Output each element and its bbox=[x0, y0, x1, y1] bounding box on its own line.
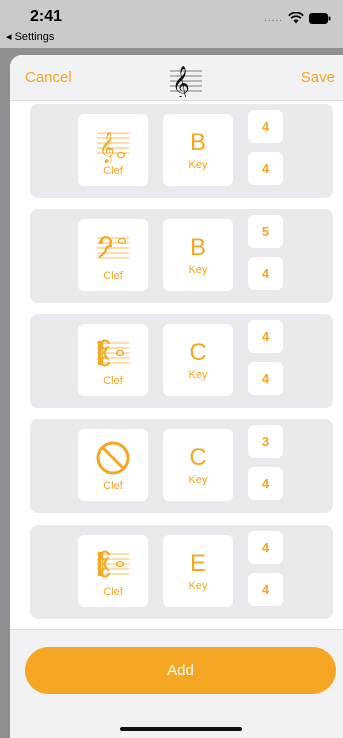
back-to-settings-link[interactable]: ◂ Settings bbox=[6, 30, 54, 43]
clef-label: Clef bbox=[103, 586, 123, 598]
save-button[interactable]: Save bbox=[301, 69, 335, 86]
add-button[interactable]: Add bbox=[25, 647, 336, 694]
time-signature-bottom[interactable]: 4 bbox=[248, 362, 283, 395]
entry-card: Clef B Key 5 4 bbox=[30, 209, 333, 303]
clef-selector[interactable]: Clef bbox=[78, 429, 148, 501]
key-label: Key bbox=[188, 159, 208, 171]
key-value: E bbox=[189, 550, 206, 577]
home-indicator[interactable] bbox=[120, 727, 242, 731]
time-signature-bottom[interactable]: 4 bbox=[248, 467, 283, 500]
time-signature-bottom[interactable]: 4 bbox=[248, 573, 283, 606]
key-value: B bbox=[189, 234, 206, 261]
key-value: C bbox=[189, 339, 207, 366]
time-signature-top[interactable]: 4 bbox=[248, 110, 283, 143]
time-signature-bottom[interactable]: 4 bbox=[248, 152, 283, 185]
bass-clef-icon bbox=[97, 236, 129, 259]
entry-card: 𝄞 Clef B Key 4 4 bbox=[30, 104, 333, 198]
nav-bar: Cancel 𝄞 Save bbox=[10, 55, 343, 101]
clef-label: Clef bbox=[103, 480, 123, 492]
clef-selector[interactable]: Clef bbox=[78, 535, 148, 607]
no-clef-icon bbox=[96, 441, 130, 475]
key-label: Key bbox=[188, 264, 208, 276]
key-value: C bbox=[189, 444, 207, 471]
status-time: 2:41 bbox=[30, 8, 63, 25]
key-selector[interactable]: C Key bbox=[163, 324, 233, 396]
signal-dots: ..... bbox=[264, 12, 283, 24]
key-label: Key bbox=[188, 580, 208, 592]
key-selector[interactable]: B Key bbox=[163, 219, 233, 291]
treble-clef-icon: 𝄞 bbox=[97, 131, 129, 163]
wifi-icon bbox=[288, 12, 304, 24]
time-signature-top[interactable]: 4 bbox=[248, 531, 283, 564]
alto-clef-icon bbox=[97, 339, 129, 367]
svg-text:𝄞: 𝄞 bbox=[99, 131, 115, 163]
entries-list[interactable]: 𝄞 Clef B Key 4 4 Clef B Key 5 4 Clef C K… bbox=[10, 101, 343, 629]
alto-clef-icon bbox=[97, 550, 129, 578]
clef-selector[interactable]: 𝄞 Clef bbox=[78, 114, 148, 186]
key-value: B bbox=[189, 129, 206, 156]
entry-card: Clef E Key 4 4 bbox=[30, 525, 333, 619]
bottom-bar: Add bbox=[10, 629, 343, 738]
treble-clef-staff-icon: 𝄞 bbox=[170, 66, 202, 97]
time-signature-top[interactable]: 5 bbox=[248, 215, 283, 248]
status-bar: 2:41 ◂ Settings ..... bbox=[0, 0, 343, 48]
modal-sheet: Cancel 𝄞 Save 𝄞 Clef B Key 4 4 Clef B Ke… bbox=[10, 55, 343, 738]
clef-selector[interactable]: Clef bbox=[78, 324, 148, 396]
cancel-button[interactable]: Cancel bbox=[25, 69, 72, 86]
clef-selector[interactable]: Clef bbox=[78, 219, 148, 291]
clef-label: Clef bbox=[103, 165, 123, 177]
key-selector[interactable]: B Key bbox=[163, 114, 233, 186]
time-signature-top[interactable]: 4 bbox=[248, 320, 283, 353]
status-indicators: ..... bbox=[264, 12, 331, 24]
svg-text:𝄞: 𝄞 bbox=[172, 66, 190, 97]
clef-label: Clef bbox=[103, 270, 123, 282]
battery-icon bbox=[309, 12, 331, 24]
key-label: Key bbox=[188, 369, 208, 381]
time-signature-top[interactable]: 3 bbox=[248, 425, 283, 458]
key-label: Key bbox=[188, 474, 208, 486]
key-selector[interactable]: C Key bbox=[163, 429, 233, 501]
clef-label: Clef bbox=[103, 375, 123, 387]
key-selector[interactable]: E Key bbox=[163, 535, 233, 607]
entry-card: Clef C Key 3 4 bbox=[30, 419, 333, 513]
time-signature-bottom[interactable]: 4 bbox=[248, 257, 283, 290]
entry-card: Clef C Key 4 4 bbox=[30, 314, 333, 408]
